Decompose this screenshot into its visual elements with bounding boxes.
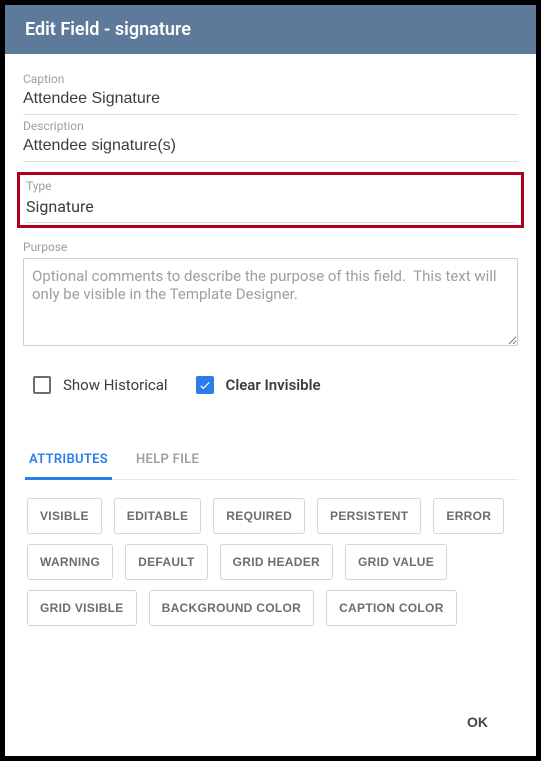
type-field-group-highlighted: Type Signature xyxy=(17,172,524,228)
attr-chip-persistent[interactable]: PERSISTENT xyxy=(317,498,421,534)
attribute-chip-list: VISIBLE EDITABLE REQUIRED PERSISTENT ERR… xyxy=(23,480,518,626)
show-historical-label: Show Historical xyxy=(63,376,168,394)
type-select[interactable]: Signature xyxy=(26,195,515,223)
tab-helpfile[interactable]: HELP FILE xyxy=(134,442,201,479)
attr-chip-visible[interactable]: VISIBLE xyxy=(27,498,102,534)
purpose-textarea[interactable] xyxy=(23,258,518,346)
type-label: Type xyxy=(26,179,515,193)
attr-chip-caption-color[interactable]: CAPTION COLOR xyxy=(326,590,457,626)
description-field-group: Description xyxy=(23,119,518,162)
dialog-content: Caption Description Type Signature Purpo… xyxy=(5,54,536,756)
dialog-title: Edit Field - signature xyxy=(25,19,191,40)
caption-field-group: Caption xyxy=(23,72,518,115)
description-input[interactable] xyxy=(23,135,518,162)
attr-chip-warning[interactable]: WARNING xyxy=(27,544,113,580)
tab-attributes[interactable]: ATTRIBUTES xyxy=(27,442,110,479)
attr-chip-error[interactable]: ERROR xyxy=(433,498,504,534)
dialog-header: Edit Field - signature xyxy=(5,5,536,54)
description-label: Description xyxy=(23,119,518,133)
attr-chip-grid-visible[interactable]: GRID VISIBLE xyxy=(27,590,137,626)
purpose-label: Purpose xyxy=(23,240,518,254)
purpose-field-group: Purpose xyxy=(23,240,518,372)
attr-chip-editable[interactable]: EDITABLE xyxy=(114,498,202,534)
clear-invisible-check[interactable]: Clear Invisible xyxy=(196,376,321,394)
attr-chip-default[interactable]: DEFAULT xyxy=(125,544,208,580)
type-value: Signature xyxy=(26,195,515,223)
caption-label: Caption xyxy=(23,72,518,86)
tabs: ATTRIBUTES HELP FILE xyxy=(23,442,518,480)
show-historical-check[interactable]: Show Historical xyxy=(33,376,168,394)
checkbox-row: Show Historical Clear Invisible xyxy=(23,376,518,394)
edit-field-dialog: Edit Field - signature Caption Descripti… xyxy=(5,5,536,756)
attr-chip-grid-value[interactable]: GRID VALUE xyxy=(345,544,447,580)
checkbox-checked-icon xyxy=(196,376,214,394)
attr-chip-background-color[interactable]: BACKGROUND COLOR xyxy=(149,590,314,626)
dialog-footer: OK xyxy=(23,688,518,756)
checkbox-icon xyxy=(33,376,51,394)
ok-button[interactable]: OK xyxy=(455,706,500,738)
caption-input[interactable] xyxy=(23,88,518,115)
attr-chip-required[interactable]: REQUIRED xyxy=(213,498,305,534)
attr-chip-grid-header[interactable]: GRID HEADER xyxy=(220,544,333,580)
clear-invisible-label: Clear Invisible xyxy=(226,376,321,394)
